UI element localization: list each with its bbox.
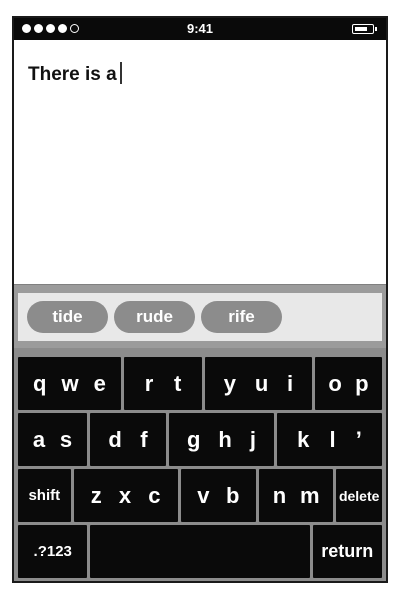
key-n: n xyxy=(272,482,287,508)
key-r: r xyxy=(144,370,154,396)
key-u: u xyxy=(254,370,269,396)
key-c: c xyxy=(148,482,161,508)
key-kl-apostrophe[interactable]: k l ’ xyxy=(277,413,382,466)
key-yui[interactable]: y u i xyxy=(205,357,312,410)
text-input-area[interactable]: There is a xyxy=(14,40,386,284)
key-k: k xyxy=(297,426,310,452)
key-t: t xyxy=(173,370,182,396)
suggestion-bar: tide rude rife xyxy=(14,284,386,348)
key-x: x xyxy=(118,482,132,508)
numbers-key[interactable]: .?123 xyxy=(18,525,88,578)
keyboard-row-2: a s d f g h j k l ’ xyxy=(18,413,382,466)
key-y: y xyxy=(223,370,237,396)
key-ghj[interactable]: g h j xyxy=(169,413,274,466)
key-rt[interactable]: r t xyxy=(124,357,202,410)
status-time: 9:41 xyxy=(186,21,214,36)
return-key[interactable]: return xyxy=(312,525,382,578)
key-qwe[interactable]: q w e xyxy=(18,357,121,410)
keyboard-row-4: .?123 return xyxy=(18,525,382,578)
return-label: return xyxy=(321,541,374,561)
phone-frame: 9:41 There is a tide rude rife q w e r t… xyxy=(12,16,388,583)
key-a: a xyxy=(32,426,46,452)
key-o: o xyxy=(328,370,342,396)
key-h: h xyxy=(218,426,232,452)
key-v: v xyxy=(197,482,210,508)
key-vb[interactable]: v b xyxy=(180,469,257,522)
key-e: e xyxy=(93,370,106,396)
key-apostrophe: ’ xyxy=(355,426,362,452)
key-f: f xyxy=(140,426,148,452)
suggestion-rude[interactable]: rude xyxy=(114,301,195,333)
battery-icon xyxy=(352,24,377,34)
delete-label: delete xyxy=(338,487,380,504)
key-w: w xyxy=(61,370,79,396)
key-j: j xyxy=(249,426,256,452)
key-l: l xyxy=(329,426,336,452)
text-cursor xyxy=(119,62,122,84)
key-q: q xyxy=(33,370,47,396)
delete-key[interactable]: delete xyxy=(336,469,382,522)
space-key[interactable] xyxy=(90,525,310,578)
key-nm[interactable]: n m xyxy=(259,469,334,522)
key-i: i xyxy=(287,370,294,396)
key-g: g xyxy=(186,426,201,452)
key-op[interactable]: o p xyxy=(315,357,382,410)
keyboard-row-1: q w e r t y u i o p xyxy=(18,357,382,410)
key-as[interactable]: a s xyxy=(18,413,87,466)
suggestion-rife[interactable]: rife xyxy=(201,301,282,333)
keyboard-row-3: shift z x c v b n m delete xyxy=(18,469,382,522)
key-p: p xyxy=(355,370,369,396)
numbers-label: .?123 xyxy=(33,543,72,560)
key-m: m xyxy=(300,482,320,508)
key-z: z xyxy=(90,482,102,508)
status-bar: 9:41 xyxy=(14,18,386,40)
shift-label: shift xyxy=(28,487,61,504)
typed-text: There is a xyxy=(28,64,117,85)
suggestion-tide[interactable]: tide xyxy=(27,301,108,333)
key-b: b xyxy=(226,482,240,508)
suggestion-strip: tide rude rife xyxy=(18,293,382,341)
key-df[interactable]: d f xyxy=(90,413,166,466)
shift-key[interactable]: shift xyxy=(18,469,71,522)
key-zxc[interactable]: z x c xyxy=(73,469,178,522)
key-d: d xyxy=(108,426,122,452)
key-s: s xyxy=(59,426,73,452)
keyboard: q w e r t y u i o p a s d f g h j k l ’ … xyxy=(14,348,386,581)
